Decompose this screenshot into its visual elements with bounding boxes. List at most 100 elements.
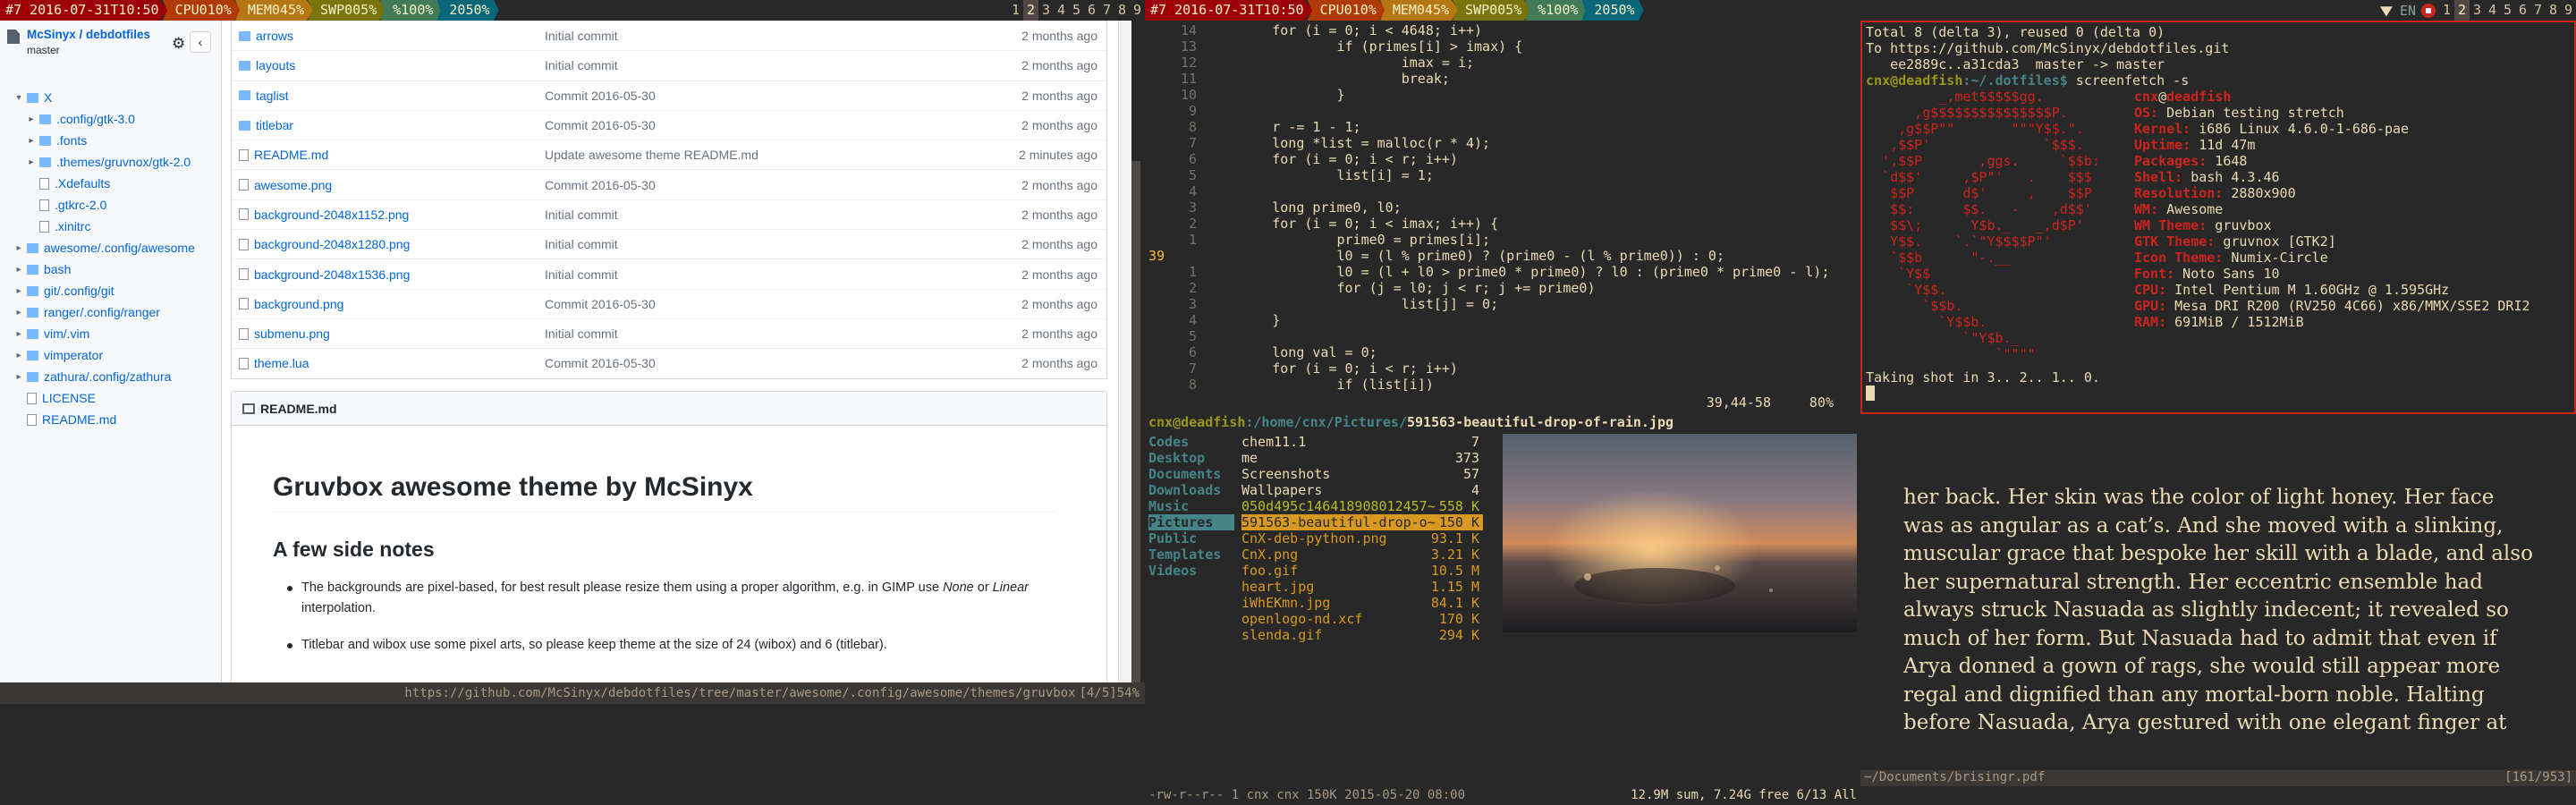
chevron-right-icon[interactable]: ▸: [13, 243, 25, 253]
tree-item[interactable]: ▾ X: [0, 87, 221, 108]
file-link[interactable]: submenu.png: [254, 326, 330, 341]
tag-1[interactable]: 1: [2439, 0, 2454, 21]
tag-4[interactable]: 4: [1054, 0, 1069, 21]
tag-7[interactable]: 7: [2530, 0, 2546, 21]
file-row[interactable]: awesome.png Commit 2016-05-30 2 months ago: [232, 169, 1106, 199]
file-link[interactable]: titlebar: [256, 118, 293, 132]
chevron-right-icon[interactable]: ▸: [25, 136, 38, 146]
tree-item-label[interactable]: X: [44, 90, 52, 105]
tree-item[interactable]: ▸ git/.config/git: [0, 280, 221, 301]
file-entry[interactable]: Screenshots 57: [1241, 466, 1483, 482]
tag-5[interactable]: 5: [1069, 0, 1084, 21]
parent-dir-item[interactable]: Documents: [1148, 466, 1234, 482]
file-entry[interactable]: iWhEKmn.jpg 84.1 K: [1241, 595, 1483, 611]
scrollbar[interactable]: [1118, 21, 1131, 682]
tag-2[interactable]: 2: [2454, 0, 2470, 21]
tag-6[interactable]: 6: [1084, 0, 1099, 21]
record-icon[interactable]: [2421, 3, 2436, 18]
tree-item-label[interactable]: .Xdefaults: [55, 176, 110, 191]
commit-message[interactable]: Initial commit: [545, 326, 945, 341]
file-link[interactable]: background-2048x1536.png: [254, 267, 410, 282]
commit-message[interactable]: Update awesome theme README.md: [545, 148, 945, 162]
tree-item-label[interactable]: zathura/.config/zathura: [44, 369, 171, 384]
vim-buffer[interactable]: 14 for (i = 0; i < 4648; i++) 13 if (prim…: [1145, 21, 1860, 393]
file-row[interactable]: background-2048x1280.png Initial commit 2 …: [232, 229, 1106, 258]
tree-item-label[interactable]: .xinitrc: [55, 219, 90, 233]
vim-window[interactable]: 14 for (i = 0; i < 4648; i++) 13 if (prim…: [1145, 21, 1860, 414]
commit-message[interactable]: Commit 2016-05-30: [545, 118, 945, 132]
parent-dir-item[interactable]: Downloads: [1148, 482, 1234, 498]
tag-9[interactable]: 9: [1130, 0, 1145, 21]
file-link[interactable]: theme.lua: [254, 356, 309, 370]
commit-message[interactable]: Initial commit: [545, 208, 945, 222]
file-entry[interactable]: chem11.1 7: [1241, 434, 1483, 450]
tree-item[interactable]: .xinitrc: [0, 216, 221, 237]
tree-item-label[interactable]: vimperator: [44, 348, 103, 362]
file-row[interactable]: README.md Update awesome theme README.md 2…: [232, 140, 1106, 169]
tag-9[interactable]: 9: [2561, 0, 2576, 21]
commit-message[interactable]: Commit 2016-05-30: [545, 178, 945, 192]
commit-message[interactable]: Initial commit: [545, 267, 945, 282]
file-entry[interactable]: openlogo-nd.xcf 170 K: [1241, 611, 1483, 627]
tree-item-label[interactable]: ranger/.config/ranger: [44, 305, 160, 319]
tree-item[interactable]: LICENSE: [0, 387, 221, 409]
tree-item-label[interactable]: .themes/gruvnox/gtk-2.0: [56, 155, 191, 169]
file-entry[interactable]: 050d495c146418908012457~ 558 K: [1241, 498, 1483, 514]
tree-item[interactable]: ▸ .themes/gruvnox/gtk-2.0: [0, 151, 221, 173]
tree-item[interactable]: ▸ zathura/.config/zathura: [0, 366, 221, 387]
tree-item[interactable]: .Xdefaults: [0, 173, 221, 194]
file-entry[interactable]: 591563-beautiful-drop-o~ 150 K: [1241, 514, 1483, 530]
tree-item[interactable]: ▸ bash: [0, 258, 221, 280]
tree-item-label[interactable]: .gtkrc-2.0: [55, 198, 106, 212]
parent-dir-item[interactable]: Desktop: [1148, 450, 1234, 466]
file-entry[interactable]: foo.gif 10.5 M: [1241, 563, 1483, 579]
tree-item-label[interactable]: vim/.vim: [44, 326, 89, 341]
file-row[interactable]: theme.lua Commit 2016-05-30 2 months ago: [232, 348, 1106, 377]
parent-dir-item[interactable]: Music: [1148, 498, 1234, 514]
file-entry[interactable]: Wallpapers 4: [1241, 482, 1483, 498]
tag-2[interactable]: 2: [1023, 0, 1038, 21]
parent-dir-item[interactable]: Templates: [1148, 547, 1234, 563]
parent-dir-item[interactable]: Codes: [1148, 434, 1234, 450]
tag-3[interactable]: 3: [2470, 0, 2485, 21]
ranger-window[interactable]: cnx@deadfish:/home/cnx/Pictures/591563-b…: [1145, 414, 1860, 805]
file-row[interactable]: titlebar Commit 2016-05-30 2 months ago: [232, 109, 1106, 140]
file-row[interactable]: submenu.png Initial commit 2 months ago: [232, 318, 1106, 348]
terminal-window[interactable]: Total 8 (delta 3), reused 0 (delta 0) To…: [1860, 21, 2576, 414]
commit-message[interactable]: Commit 2016-05-30: [545, 297, 945, 311]
tag-8[interactable]: 8: [2546, 0, 2561, 21]
parent-dir-item[interactable]: Videos: [1148, 563, 1234, 579]
tree-item-label[interactable]: .fonts: [56, 133, 87, 148]
chevron-down-icon[interactable]: ▾: [13, 93, 25, 103]
file-entry[interactable]: heart.jpg 1.15 M: [1241, 579, 1483, 595]
tree-item[interactable]: .gtkrc-2.0: [0, 194, 221, 216]
commit-message[interactable]: Initial commit: [545, 58, 945, 72]
tree-item[interactable]: ▸ vim/.vim: [0, 323, 221, 344]
chevron-right-icon[interactable]: ▸: [25, 157, 38, 167]
parent-dir-item[interactable]: Pictures: [1148, 514, 1234, 530]
tree-item[interactable]: README.md: [0, 409, 221, 430]
file-link[interactable]: background-2048x1152.png: [254, 208, 409, 222]
keyboard-layout[interactable]: EN: [2400, 3, 2416, 19]
collapse-sidebar-button[interactable]: ‹: [190, 31, 211, 53]
chevron-right-icon[interactable]: ▸: [13, 372, 25, 382]
gear-icon[interactable]: ⚙: [172, 35, 185, 53]
file-link[interactable]: README.md: [254, 148, 328, 162]
volume-widget[interactable]: %100%: [1525, 0, 1588, 21]
tree-item[interactable]: ▸ .config/gtk-3.0: [0, 108, 221, 130]
zathura-window[interactable]: her back. Her skin was the color of ligh…: [1860, 414, 2576, 805]
tree-item-label[interactable]: bash: [44, 262, 71, 276]
file-link[interactable]: awesome.png: [254, 178, 332, 192]
file-link[interactable]: arrows: [256, 29, 293, 43]
volume-widget[interactable]: %100%: [380, 0, 443, 21]
tree-item[interactable]: ▸ ranger/.config/ranger: [0, 301, 221, 323]
file-row[interactable]: taglist Commit 2016-05-30 2 months ago: [232, 80, 1106, 110]
chevron-right-icon[interactable]: ▸: [25, 114, 38, 124]
tag-7[interactable]: 7: [1099, 0, 1114, 21]
tree-item[interactable]: ▸ vimperator: [0, 344, 221, 366]
file-row[interactable]: background-2048x1536.png Initial commit 2 …: [232, 258, 1106, 288]
chevron-right-icon[interactable]: ▸: [13, 351, 25, 360]
tag-1[interactable]: 1: [1008, 0, 1023, 21]
file-entry[interactable]: me 373: [1241, 450, 1483, 466]
file-row[interactable]: background.png Commit 2016-05-30 2 months …: [232, 288, 1106, 318]
